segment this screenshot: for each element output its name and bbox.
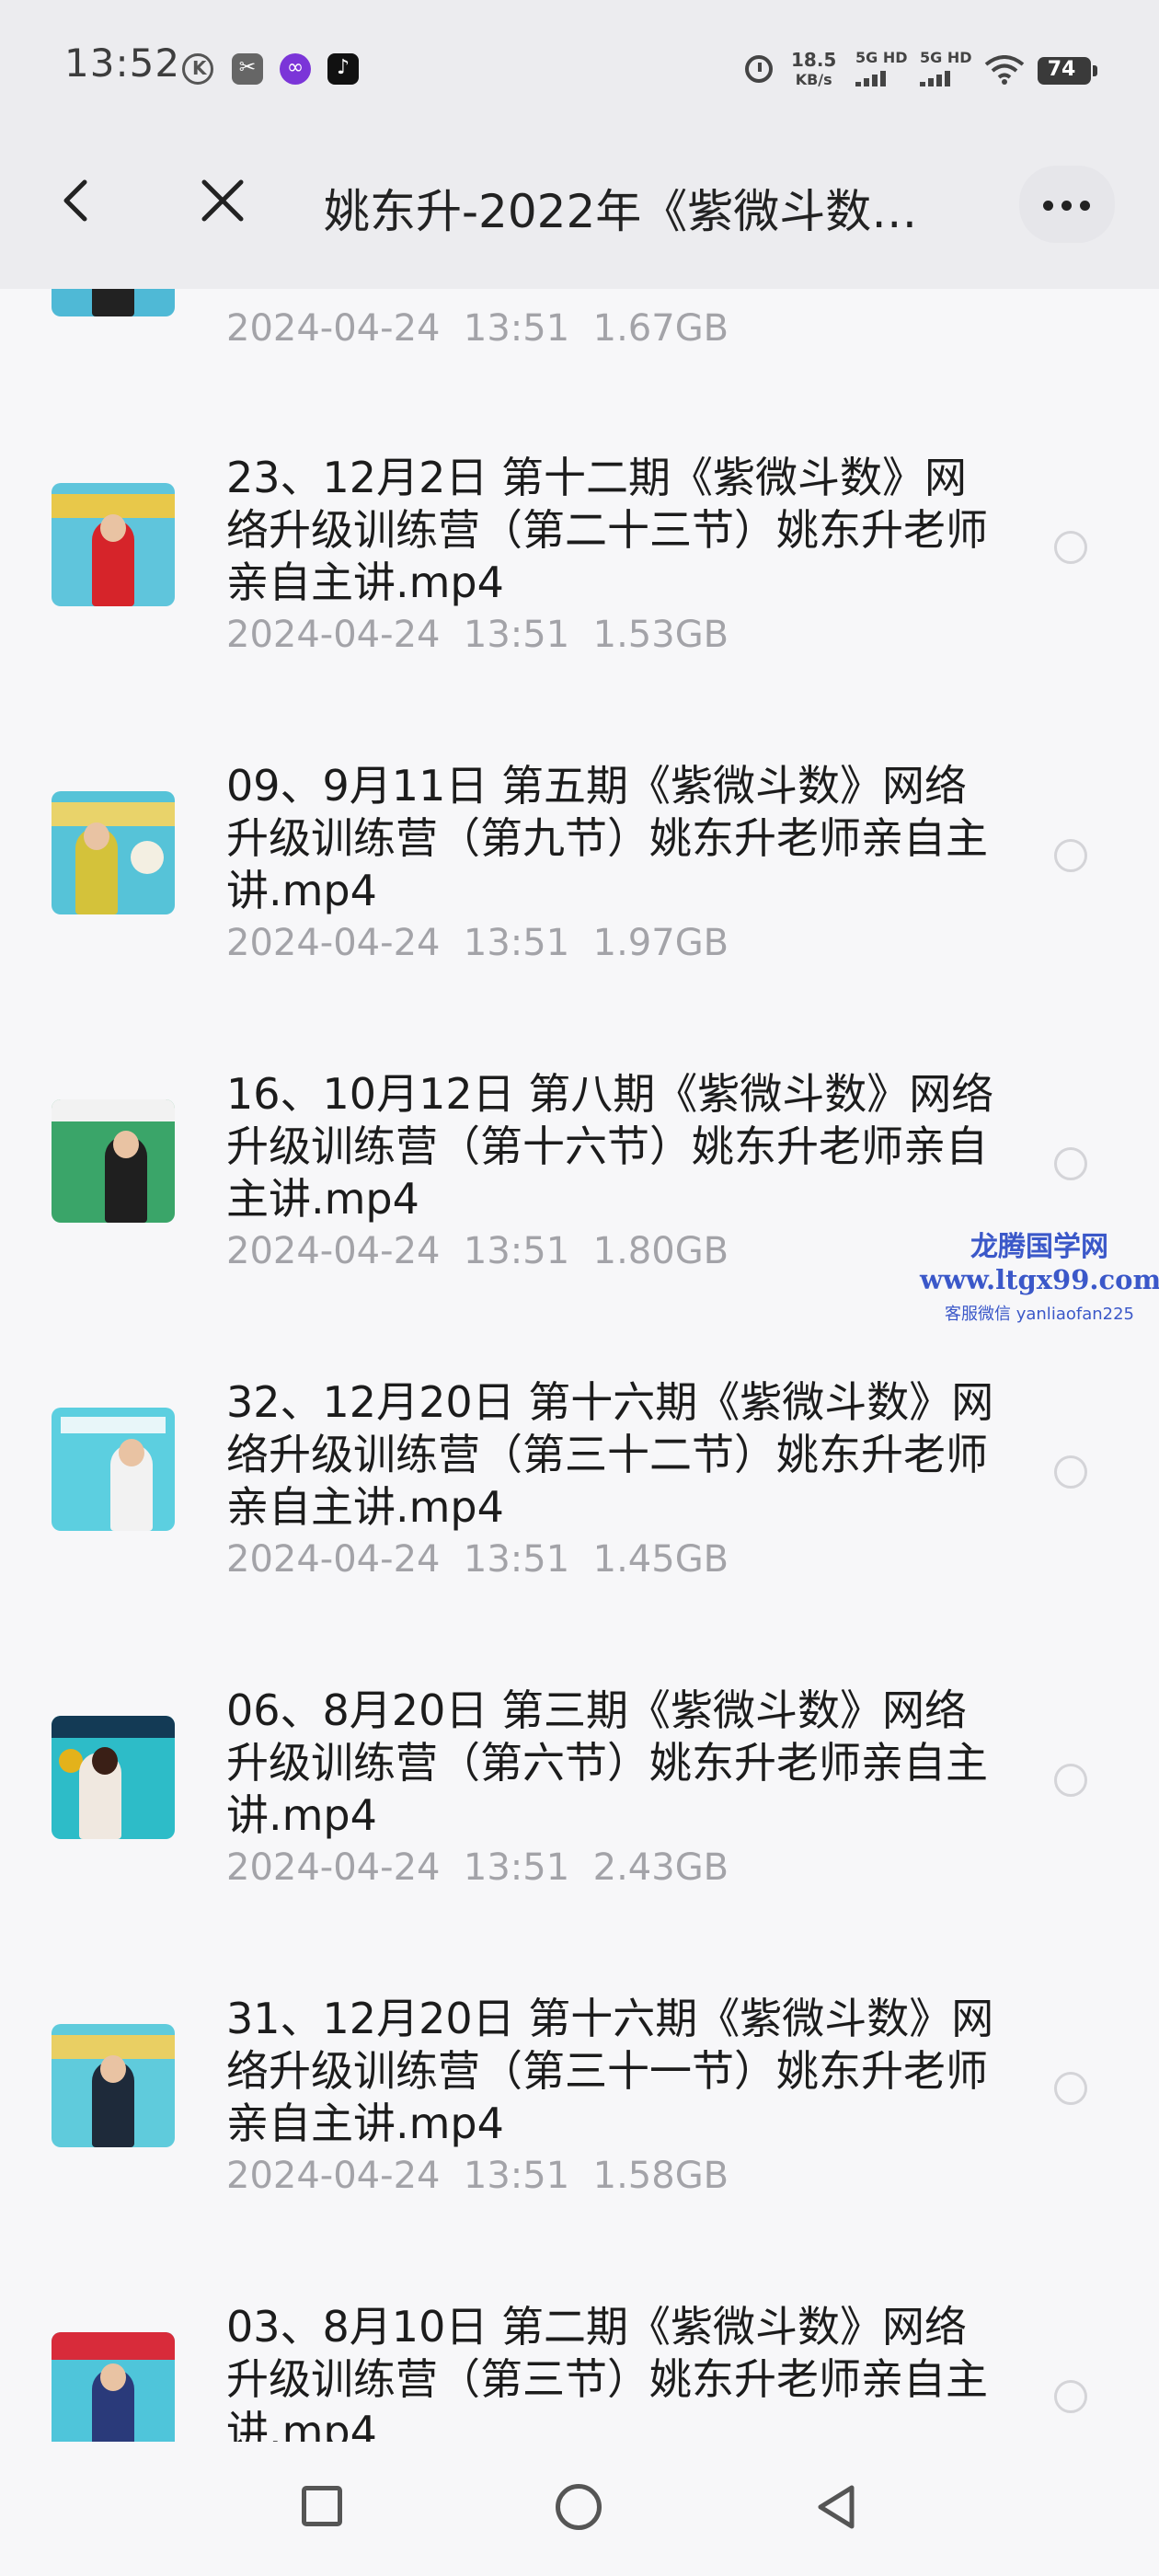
select-radio[interactable] <box>1054 1455 1087 1489</box>
page-title: 姚东升-2022年《紫微斗数… <box>324 185 918 238</box>
file-title: 32、12月20日 第十六期《紫微斗数》网络升级训练营（第三十二节）姚东升老师亲… <box>226 1377 994 1532</box>
file-date: 2024-04-24 <box>226 1846 441 1889</box>
select-radio[interactable] <box>1054 2380 1087 2413</box>
alarm-icon <box>745 55 773 83</box>
chevron-left-icon <box>63 179 87 222</box>
signal-2-icon: 5G HD <box>920 50 972 86</box>
wifi-icon <box>984 55 1025 85</box>
file-list-item[interactable]: 23、12月2日 第十二期《紫微斗数》网络升级训练营（第二十三节）姚东升老师亲自… <box>0 431 1159 740</box>
signal-1-label: 5G HD <box>855 49 908 66</box>
file-size: 1.80GB <box>592 1230 729 1272</box>
file-title: 23、12月2日 第十二期《紫微斗数》网络升级训练营（第二十三节）姚东升老师亲自… <box>226 453 988 607</box>
video-thumbnail <box>52 1716 175 1839</box>
file-title: 09、9月11日 第五期《紫微斗数》网络升级训练营（第九节）姚东升老师亲自主讲.… <box>226 761 988 915</box>
watermark-url: www.ltgx99.com <box>920 1264 1159 1295</box>
video-thumbnail <box>52 2332 175 2442</box>
infinity-app-icon: ∞ <box>280 53 311 85</box>
file-date: 2024-04-24 <box>226 1538 441 1581</box>
file-date: 2024-04-24 <box>226 2155 441 2197</box>
more-options-button[interactable] <box>1019 166 1115 243</box>
file-time: 13:51 <box>463 1230 570 1272</box>
select-radio[interactable] <box>1054 839 1087 872</box>
select-radio[interactable] <box>1054 1764 1087 1797</box>
file-size: 1.97GB <box>592 922 729 964</box>
home-button[interactable] <box>556 2484 602 2530</box>
file-meta: 2024-04-24 13:51 1.45GB <box>226 1538 729 1581</box>
file-time: 13:51 <box>463 2155 570 2197</box>
close-button[interactable] <box>195 173 250 228</box>
k-circle-icon: K <box>182 53 213 85</box>
video-thumbnail <box>52 791 175 914</box>
file-title: 06、8月20日 第三期《紫微斗数》网络升级训练营（第六节）姚东升老师亲自主讲.… <box>226 1685 988 1840</box>
triangle-back-icon <box>818 2485 855 2529</box>
file-date: 2024-04-24 <box>226 307 441 350</box>
scissors-app-icon: ✂ <box>232 53 263 85</box>
file-meta: 2024-04-24 13:51 1.97GB <box>226 922 729 964</box>
video-thumbnail <box>52 289 175 316</box>
close-icon <box>201 179 244 222</box>
file-date: 2024-04-24 <box>226 1230 441 1272</box>
watermark-title: 龙腾国学网 <box>970 1231 1108 1263</box>
file-meta: 2024-04-24 13:51 1.53GB <box>226 614 729 656</box>
screen: 13:52 K ✂ ∞ ♪ 18.5 KB/s 5G HD 5G HD 74 姚… <box>0 0 1159 2576</box>
select-radio[interactable] <box>1054 2072 1087 2105</box>
video-thumbnail <box>52 1408 175 1531</box>
status-bar: 13:52 K ✂ ∞ ♪ 18.5 KB/s 5G HD 5G HD 74 <box>0 0 1159 118</box>
recent-apps-button[interactable] <box>302 2486 342 2526</box>
file-title: 03、8月10日 第二期《紫微斗数》网络升级训练营（第三节）姚东升老师亲自主讲.… <box>226 2302 988 2442</box>
select-radio[interactable] <box>1054 1147 1087 1180</box>
file-time: 13:51 <box>463 1538 570 1581</box>
back-button[interactable] <box>50 173 105 228</box>
header: 姚东升-2022年《紫微斗数… <box>0 118 1159 289</box>
net-speed-unit: KB/s <box>795 71 832 88</box>
signal-2-label: 5G HD <box>920 49 972 66</box>
file-title: 16、10月12日 第八期《紫微斗数》网络升级训练营（第十六节）姚东升老师亲自主… <box>226 1069 994 1224</box>
file-time: 13:51 <box>463 614 570 656</box>
file-size: 2.43GB <box>592 1846 729 1889</box>
file-time: 13:51 <box>463 922 570 964</box>
file-size: 1.53GB <box>592 614 729 656</box>
file-list-item[interactable]: 32、12月20日 第十六期《紫微斗数》网络升级训练营（第三十二节）姚东升老师亲… <box>0 1356 1159 1664</box>
file-list: 2024-04-24 13:51 1.67GB 23、12月2日 第十二期《紫微… <box>0 289 1159 2442</box>
signal-1-icon: 5G HD <box>855 50 908 86</box>
file-meta: 2024-04-24 13:51 1.80GB <box>226 1230 729 1272</box>
video-thumbnail <box>52 483 175 606</box>
file-list-item[interactable]: 31、12月20日 第十六期《紫微斗数》网络升级训练营（第三十一节）姚东升老师亲… <box>0 1972 1159 2281</box>
file-list-item[interactable]: 09、9月11日 第五期《紫微斗数》网络升级训练营（第九节）姚东升老师亲自主讲.… <box>0 740 1159 1048</box>
watermark-contact: 客服微信 yanliaofan225 <box>945 1305 1134 1324</box>
file-meta: 2024-04-24 13:51 2.43GB <box>226 1846 729 1889</box>
file-list-item[interactable]: 2024-04-24 13:51 1.67GB <box>0 289 1159 395</box>
video-thumbnail <box>52 2024 175 2147</box>
file-meta: 2024-04-24 13:51 1.58GB <box>226 2155 729 2197</box>
watermark: 龙腾国学网 www.ltgx99.com 客服微信 yanliaofan225 <box>920 1224 1159 1325</box>
select-radio[interactable] <box>1054 531 1087 564</box>
file-meta: 2024-04-24 13:51 1.67GB <box>226 307 729 350</box>
file-time: 13:51 <box>463 307 570 350</box>
file-list-item[interactable]: 06、8月20日 第三期《紫微斗数》网络升级训练营（第六节）姚东升老师亲自主讲.… <box>0 1664 1159 1972</box>
file-date: 2024-04-24 <box>226 922 441 964</box>
back-nav-button[interactable] <box>813 2482 859 2532</box>
net-speed-value: 18.5 <box>791 49 837 71</box>
battery-icon: 74 <box>1038 57 1097 85</box>
file-size: 1.58GB <box>592 2155 729 2197</box>
file-size: 1.45GB <box>592 1538 729 1581</box>
file-size: 1.67GB <box>592 307 729 350</box>
file-date: 2024-04-24 <box>226 614 441 656</box>
system-nav-bar <box>0 2442 1159 2576</box>
battery-level: 74 <box>1047 58 1076 81</box>
net-speed: 18.5 KB/s <box>791 50 836 90</box>
file-time: 13:51 <box>463 1846 570 1889</box>
video-thumbnail <box>52 1099 175 1223</box>
status-time: 13:52 <box>64 40 181 86</box>
tiktok-icon: ♪ <box>327 53 359 85</box>
file-list-item[interactable]: 03、8月10日 第二期《紫微斗数》网络升级训练营（第三节）姚东升老师亲自主讲.… <box>0 2281 1159 2442</box>
file-title: 31、12月20日 第十六期《紫微斗数》网络升级训练营（第三十一节）姚东升老师亲… <box>226 1994 994 2148</box>
